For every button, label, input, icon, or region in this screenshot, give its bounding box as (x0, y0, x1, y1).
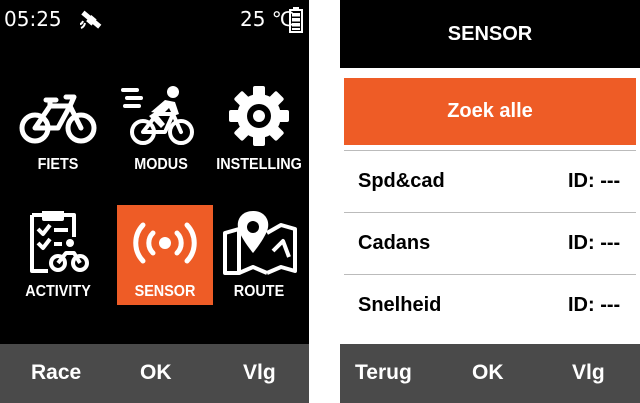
menu-tile-label: ROUTE (233, 283, 285, 300)
clock-time: 05:25 (4, 7, 62, 31)
sensor-id: ID: --- (568, 170, 621, 192)
temperature-readout: 25 ℃ (240, 7, 295, 31)
sensor-row-cadans[interactable]: Cadans ID: --- (344, 212, 636, 274)
cyclist-icon (121, 86, 194, 145)
menu-tile-label: INSTELLING (216, 156, 302, 173)
softkey-ok[interactable]: OK (140, 361, 172, 385)
softkey-back[interactable]: Terug (355, 361, 412, 385)
battery-icon (289, 7, 303, 33)
satellite-icon (79, 10, 102, 29)
softkey-bar: Race OK Vlg (0, 344, 309, 403)
sensor-row-snelheid[interactable]: Snelheid ID: --- (344, 274, 636, 342)
status-bar: 05:25 25 ℃ (0, 0, 309, 40)
map-pin-icon (223, 211, 297, 275)
softkey-next[interactable]: Vlg (572, 361, 605, 385)
sensor-row-spd-cad[interactable]: Spd&cad ID: --- (344, 150, 636, 212)
bike-icon (19, 94, 97, 144)
menu-tile-modus[interactable]: MODUS (113, 78, 209, 178)
sensor-name: Spd&cad (358, 170, 445, 192)
menu-tile-label: SENSOR (134, 283, 196, 300)
menu-tile-instelling[interactable]: INSTELLING (211, 78, 307, 178)
sensor-id: ID: --- (568, 294, 621, 316)
main-menu-screen: 05:25 25 ℃ FIETS MODUS INSTELLING ACTIVI… (0, 0, 309, 403)
sensor-id: ID: --- (568, 232, 621, 254)
menu-tile-route[interactable]: ROUTE (211, 205, 307, 305)
gear-icon (229, 86, 289, 146)
sensor-name: Snelheid (358, 294, 442, 316)
sensor-screen: SENSOR Zoek alle Spd&cad ID: --- Cadans … (340, 0, 640, 403)
menu-tile-sensor[interactable]: SENSOR (117, 205, 213, 305)
menu-tile-fiets[interactable]: FIETS (10, 78, 106, 178)
softkey-ok[interactable]: OK (472, 361, 504, 385)
sensor-name: Cadans (358, 232, 431, 254)
menu-tile-label: ACTIVITY (25, 283, 91, 300)
menu-tile-label: FIETS (37, 156, 79, 173)
softkey-bar: Terug OK Vlg (340, 344, 640, 403)
activity-clipboard-icon (30, 211, 89, 273)
softkey-race[interactable]: Race (31, 361, 81, 385)
menu-tile-activity[interactable]: ACTIVITY (10, 205, 106, 305)
search-all-button[interactable]: Zoek alle (344, 78, 636, 145)
sensor-signal-icon (133, 222, 197, 264)
softkey-next[interactable]: Vlg (243, 361, 276, 385)
menu-tile-label: MODUS (134, 156, 188, 173)
page-title: SENSOR (340, 0, 640, 68)
